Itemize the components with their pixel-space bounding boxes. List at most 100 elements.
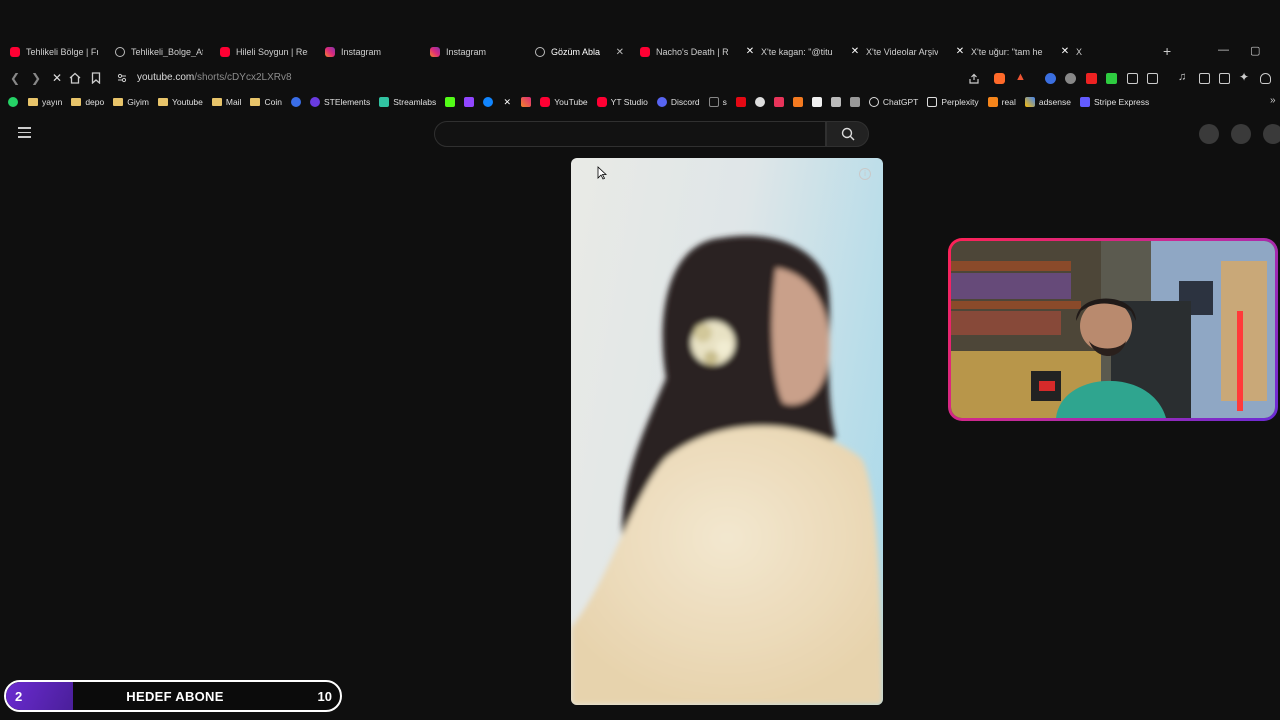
extension-icon[interactable] [1045,73,1056,84]
bookmark-item[interactable]: s [708,97,727,107]
bookmark-label: adsense [1038,97,1071,107]
wallet-icon[interactable] [1219,73,1230,84]
short-video-player[interactable]: i [571,158,883,705]
split-view-icon[interactable] [1199,73,1210,84]
goal-target-count: 10 [317,689,332,704]
bookmark-item[interactable]: depo [71,97,104,107]
close-tab-icon[interactable]: ✕ [616,47,624,58]
bookmark-item[interactable]: real [987,97,1016,107]
whatsapp-icon[interactable] [8,97,18,107]
youtube-icon [220,47,230,57]
extension-icon[interactable] [1065,73,1076,84]
instagram-icon[interactable] [521,97,532,107]
instagram-icon [430,47,440,57]
tiktok-icon [708,97,719,107]
bookmark-orange-icon[interactable] [792,97,803,107]
shield-icon[interactable] [1260,73,1271,84]
browser-tab[interactable]: Tehlikeli_Bolge_Afis [105,40,210,64]
netflix-icon[interactable] [735,97,746,107]
streamlabs-icon [379,97,390,107]
bookmark-item[interactable]: ChatGPT [868,97,918,107]
hamburger-menu-icon[interactable] [18,127,31,138]
bookmark-label: Coin [264,97,282,107]
amazon-icon[interactable] [811,97,822,107]
bookmark-label: Discord [670,97,700,107]
back-arrow-icon[interactable]: ❮ [10,71,20,85]
new-tab-button[interactable]: + [1163,43,1171,59]
browser-tab[interactable]: Tehlikeli Bölge | Fra [0,40,105,64]
search-icon [841,127,854,141]
bookmark-item[interactable]: YT Studio [596,97,648,107]
x-icon[interactable]: ✕ [502,97,512,107]
bookmark-item[interactable]: Mail [211,97,241,107]
ai-sparkle-icon[interactable]: ✦ [1239,70,1249,84]
bookmark-doc-icon[interactable] [849,97,860,107]
youtube-icon [640,47,650,57]
bookmark-icon[interactable] [91,72,101,84]
bookmark-item[interactable]: YouTube [540,97,588,107]
search-input[interactable] [434,121,826,147]
browser-tab[interactable]: X [1050,40,1110,64]
maximize-button[interactable]: ▢ [1250,44,1260,57]
folder-icon [211,98,222,106]
header-action-button[interactable] [1231,124,1251,144]
bookmark-label: YT Studio [610,97,648,107]
bookmark-item[interactable]: Youtube [157,97,203,107]
twitch-icon[interactable] [464,97,475,107]
bookmark-item[interactable]: Streamlabs [379,97,436,107]
forward-arrow-icon[interactable]: ❯ [31,71,41,85]
bookmark-item[interactable]: yayın [28,97,62,107]
url-field[interactable]: youtube.com/shorts/cDYcx2LXRv8 [137,72,292,83]
share-icon[interactable] [968,73,980,85]
more-bookmarks-icon[interactable]: » [1270,95,1276,106]
bookmark-item[interactable]: STElements [309,97,370,107]
brave-rewards-icon[interactable]: ▲ [1015,71,1026,83]
browser-tab[interactable]: Instagram [315,40,420,64]
browser-tab[interactable]: Nacho's Death | Ro [630,40,735,64]
browser-tab[interactable]: Hileli Soygun | Resm [210,40,315,64]
puzzle-icon[interactable] [1127,73,1138,84]
minimize-button[interactable]: — [1218,44,1229,56]
browser-tab[interactable]: X'te uğur: "tam her [945,40,1050,64]
extension-icon[interactable] [1086,73,1097,84]
webcam-feed [951,241,1275,418]
kick-icon[interactable] [445,97,456,107]
tab-label: Tehlikeli Bölge | Fra [26,47,98,57]
avatar[interactable] [1263,124,1280,144]
youtube-icon [540,97,551,107]
bookmark-item[interactable]: adsense [1024,97,1071,107]
header-action-button[interactable] [1199,124,1219,144]
bookmark-b-icon[interactable] [290,97,301,107]
bookmark-label: Stripe Express [1093,97,1150,107]
extension-icon[interactable] [1106,73,1117,84]
folder-icon [250,98,261,106]
info-icon[interactable]: i [859,168,871,180]
folder-icon [157,98,168,106]
stelements-icon [309,97,320,107]
bookmark-item[interactable]: Stripe Express [1079,97,1150,107]
webcam-overlay [948,238,1278,421]
folder-icon [113,98,124,106]
music-icon[interactable]: ♫ [1178,71,1186,83]
stop-loading-icon[interactable]: ✕ [52,71,62,85]
browser-tab[interactable]: X'te Videolar Arşivi [840,40,945,64]
bluesky-icon[interactable] [483,97,494,107]
browser-tab[interactable]: X'te kagan: "@tituq [735,40,840,64]
search-button[interactable] [826,121,869,147]
sidebar-icon[interactable] [1147,73,1158,84]
bookmark-grid-icon[interactable] [830,97,841,107]
brave-shield-icon[interactable] [994,73,1005,84]
bookmarks-bar: yayın depo Giyim Youtube Mail Coin STEle… [0,93,1280,111]
perplexity-icon [927,97,938,107]
bookmark-item[interactable]: Perplexity [927,97,979,107]
browser-tab-active[interactable]: Gözüm Abla ✕ [525,40,630,64]
bookmark-item[interactable]: Coin [250,97,282,107]
bookmark-shop-icon[interactable] [773,97,784,107]
bookmark-item[interactable]: Giyim [113,97,149,107]
home-icon[interactable] [69,72,81,84]
site-settings-icon[interactable] [117,73,127,83]
bookmark-circle-icon[interactable] [754,97,765,107]
folder-icon [28,98,38,106]
browser-tab[interactable]: Instagram [420,40,525,64]
bookmark-item[interactable]: Discord [656,97,700,107]
